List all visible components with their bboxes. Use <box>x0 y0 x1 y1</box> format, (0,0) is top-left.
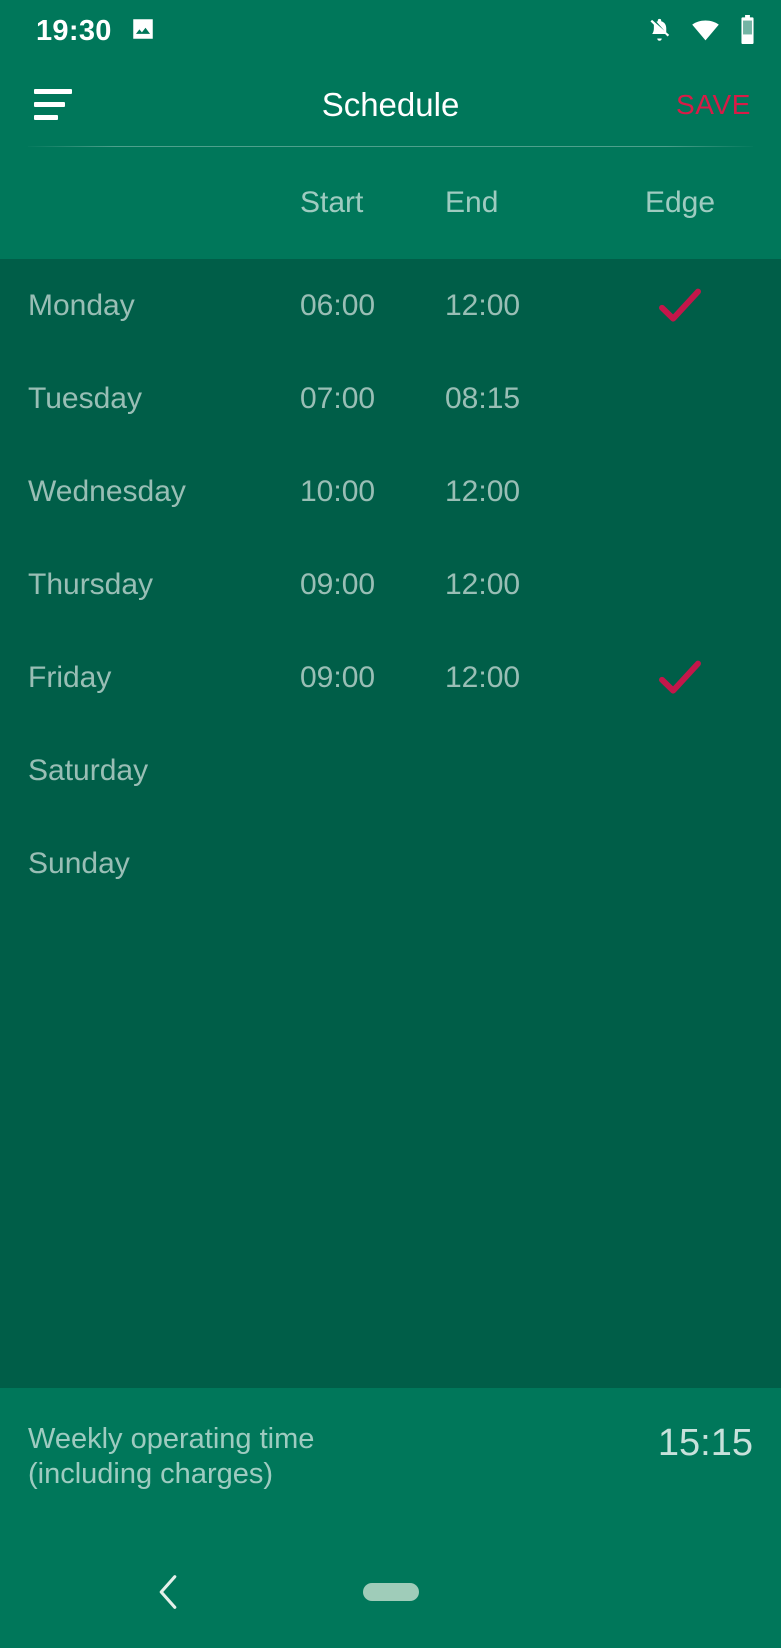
table-row[interactable]: Tuesday 07:00 08:15 <box>0 352 781 445</box>
battery-icon <box>738 14 757 49</box>
phone-screen: 19:30 Schedule SAVE Start End Edge Monda… <box>0 0 781 1648</box>
row-end-time[interactable]: 12:00 <box>445 476 605 507</box>
row-start-time[interactable]: 10:00 <box>300 476 445 507</box>
row-day: Monday <box>28 288 135 322</box>
back-icon[interactable] <box>140 1564 196 1620</box>
row-edge-toggle[interactable] <box>605 660 781 696</box>
menu-line-3 <box>34 115 58 120</box>
row-day: Thursday <box>28 567 154 601</box>
row-day: Tuesday <box>28 381 142 415</box>
table-row[interactable]: Friday 09:00 12:00 <box>0 631 781 724</box>
row-end-time[interactable]: 12:00 <box>445 290 605 321</box>
check-icon <box>658 660 702 696</box>
home-indicator[interactable] <box>362 1583 419 1601</box>
status-clock: 19:30 <box>36 15 112 47</box>
row-start-time[interactable]: 09:00 <box>300 662 445 693</box>
status-bar-right <box>646 14 757 49</box>
table-row[interactable]: Saturday <box>0 724 781 817</box>
row-start-time[interactable]: 06:00 <box>300 290 445 321</box>
weekly-total-value: 15:15 <box>657 1422 753 1464</box>
system-nav-bar <box>0 1536 781 1648</box>
app-bar: Schedule SAVE <box>0 63 781 146</box>
row-end-time[interactable]: 12:00 <box>445 662 605 693</box>
schedule-list: Monday 06:00 12:00 Tuesday 07:00 08:15 Wednesd… <box>0 259 781 1388</box>
check-icon <box>658 288 702 324</box>
row-start-time[interactable]: 07:00 <box>300 383 445 414</box>
header-edge: Edge <box>644 186 716 219</box>
wifi-icon <box>691 15 720 49</box>
row-day: Saturday <box>28 753 149 787</box>
menu-line-2 <box>34 102 65 107</box>
table-row[interactable]: Wednesday 10:00 12:00 <box>0 445 781 538</box>
row-day: Sunday <box>28 846 130 880</box>
row-day: Wednesday <box>28 474 186 508</box>
row-end-time[interactable]: 08:15 <box>445 383 605 414</box>
weekly-total-label-line1: Weekly operating time <box>28 1423 315 1455</box>
table-row[interactable]: Sunday <box>0 817 781 910</box>
header-start: Start <box>300 186 364 219</box>
save-button[interactable]: SAVE <box>664 79 763 131</box>
menu-line-1 <box>34 89 72 94</box>
bell-off-icon <box>646 16 673 48</box>
weekly-total-bar: Weekly operating time (including charges… <box>0 1388 781 1536</box>
row-end-time[interactable]: 12:00 <box>445 569 605 600</box>
row-day: Friday <box>28 660 112 694</box>
status-bar-left: 19:30 <box>36 16 156 47</box>
header-end: End <box>445 186 499 219</box>
table-row[interactable]: Monday 06:00 12:00 <box>0 259 781 352</box>
weekly-total-label-line2: (including charges) <box>28 1458 274 1491</box>
table-header-row: Start End Edge <box>0 147 781 259</box>
status-bar: 19:30 <box>0 0 781 63</box>
weekly-total-label: Weekly operating time (including charges… <box>28 1422 314 1493</box>
menu-icon[interactable] <box>22 74 84 136</box>
image-icon <box>130 16 156 47</box>
table-row[interactable]: Thursday 09:00 12:00 <box>0 538 781 631</box>
row-edge-toggle[interactable] <box>605 288 781 324</box>
row-start-time[interactable]: 09:00 <box>300 569 445 600</box>
